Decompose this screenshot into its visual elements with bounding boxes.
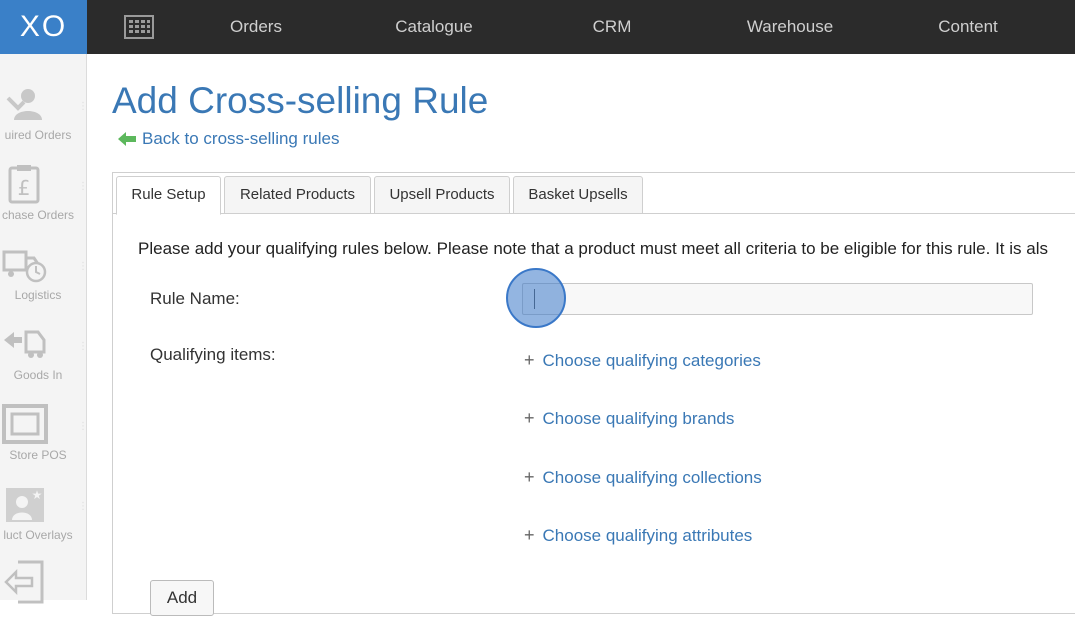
drag-handle-icon: ⋮ (78, 341, 88, 352)
sidebar-item-label: uired Orders (4, 128, 72, 142)
sidebar-item-store-pos[interactable]: Store POS ⋮ (0, 400, 88, 480)
svg-text:£: £ (18, 176, 31, 200)
sidebar-item-label: chase Orders (1, 208, 75, 222)
plus-icon: + (524, 408, 535, 428)
sidebar-item-goods-in[interactable]: Goods In ⋮ (0, 320, 88, 400)
choose-link-label: Choose qualifying categories (542, 351, 761, 370)
back-link[interactable]: Back to cross-selling rules (118, 129, 339, 149)
sidebar-item-label: Goods In (13, 368, 63, 382)
choose-categories-link[interactable]: + Choose qualifying categories (524, 350, 761, 371)
truck-arrow-icon (4, 330, 46, 358)
users-icon (6, 89, 42, 120)
intro-text: Please add your qualifying rules below. … (138, 239, 1048, 258)
nav-content[interactable]: Content (898, 0, 1038, 54)
tab-basket-upsells[interactable]: Basket Upsells (513, 176, 643, 214)
rule-name-label: Rule Name: (150, 289, 240, 308)
choose-attributes-link[interactable]: + Choose qualifying attributes (524, 525, 752, 546)
nav-catalogue[interactable]: Catalogue (364, 0, 504, 54)
sidebar-item-product-overlays[interactable]: ★ luct Overlays ⋮ (0, 480, 88, 560)
drag-handle-icon: ⋮ (78, 421, 88, 432)
apps-grid-icon[interactable] (124, 15, 154, 39)
sidebar-item-exit[interactable] (0, 554, 86, 634)
drag-handle-icon: ⋮ (78, 101, 88, 112)
tab-rule-setup[interactable]: Rule Setup (116, 176, 221, 215)
plus-icon: + (524, 525, 535, 545)
drag-handle-icon: ⋮ (78, 181, 88, 192)
tab-upsell-products[interactable]: Upsell Products (374, 176, 510, 214)
page-title: Add Cross-selling Rule (112, 80, 489, 121)
plus-icon: + (524, 467, 535, 487)
rule-name-input[interactable] (522, 283, 1033, 315)
person-star-icon: ★ (6, 488, 44, 522)
click-indicator (506, 268, 566, 328)
sidebar: uired Orders ⋮ £ chase Orders ⋮ Logistic… (0, 54, 88, 604)
sidebar-item-logistics[interactable]: Logistics ⋮ (0, 240, 88, 320)
back-arrow-icon (118, 132, 136, 146)
add-button[interactable]: Add (150, 580, 214, 616)
top-navigation-bar: XO Orders Catalogue CRM Warehouse Conten… (0, 0, 1075, 54)
back-link-label: Back to cross-selling rules (142, 129, 340, 148)
nav-crm[interactable]: CRM (542, 0, 682, 54)
choose-link-label: Choose qualifying brands (542, 409, 735, 428)
tab-related-products[interactable]: Related Products (224, 176, 371, 214)
choose-link-label: Choose qualifying attributes (542, 526, 753, 545)
choose-collections-link[interactable]: + Choose qualifying collections (524, 467, 762, 488)
qualifying-items-label: Qualifying items: (150, 345, 276, 364)
sidebar-item-label: Logistics (14, 288, 62, 302)
choose-brands-link[interactable]: + Choose qualifying brands (524, 408, 734, 429)
logo[interactable]: XO (0, 0, 87, 54)
drag-handle-icon: ⋮ (78, 261, 88, 272)
clipboard-pound-icon: £ (8, 165, 40, 204)
exit-icon (4, 560, 44, 604)
svg-text:★: ★ (32, 488, 43, 502)
drag-handle-icon: ⋮ (78, 501, 88, 512)
choose-link-label: Choose qualifying collections (542, 468, 762, 487)
sidebar-item-purchase-orders[interactable]: £ chase Orders ⋮ (0, 160, 88, 240)
frame-icon (2, 404, 48, 444)
nav-warehouse[interactable]: Warehouse (720, 0, 860, 54)
plus-icon: + (524, 350, 535, 370)
sidebar-item-label: luct Overlays (3, 528, 73, 542)
truck-clock-icon (2, 250, 47, 283)
sidebar-item-label: Store POS (9, 448, 67, 462)
sidebar-item-required-orders[interactable]: uired Orders ⋮ (0, 80, 88, 160)
nav-orders[interactable]: Orders (186, 0, 326, 54)
